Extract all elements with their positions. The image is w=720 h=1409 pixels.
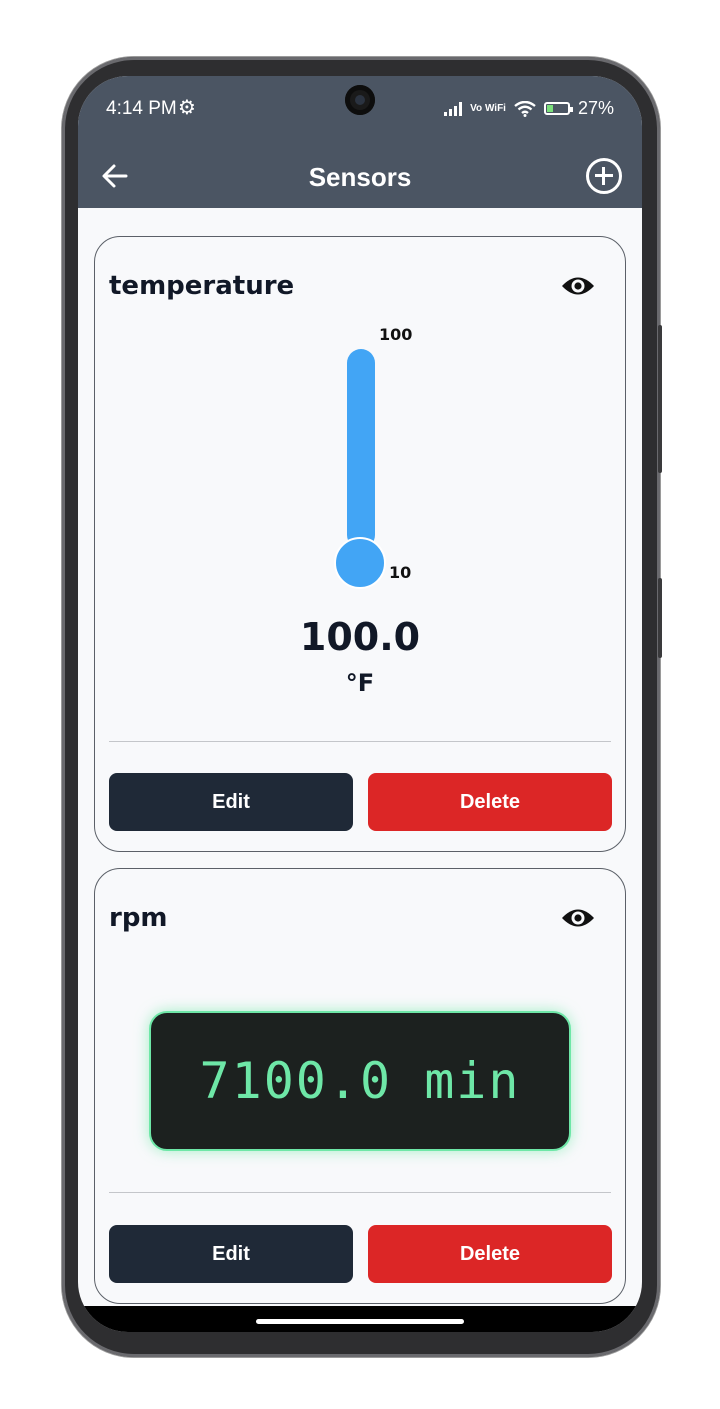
page-title: Sensors <box>308 162 412 192</box>
front-camera <box>345 85 375 115</box>
sensor-value: 100.0 <box>299 615 421 659</box>
wifi-icon <box>514 100 536 117</box>
sensor-card-rpm: rpm 7100.0 min Edit Delete <box>94 868 626 1304</box>
status-icons: Vo WiFi 27% <box>444 98 614 119</box>
delete-button[interactable]: Delete <box>368 773 612 831</box>
screen: 4:14 PM ⚙ Vo WiFi 27% Sensors temperatur… <box>78 76 642 1332</box>
settings-gear-icon: ⚙ <box>178 95 196 119</box>
card-divider <box>109 741 611 742</box>
add-circle-icon[interactable] <box>586 158 622 194</box>
delete-button[interactable]: Delete <box>368 1225 612 1283</box>
sensor-name: rpm <box>109 903 168 933</box>
edit-button[interactable]: Edit <box>109 773 353 831</box>
edit-button[interactable]: Edit <box>109 1225 353 1283</box>
thermometer-min-label: 10 <box>389 563 412 582</box>
battery-percent: 27% <box>577 98 614 118</box>
status-bar: 4:14 PM ⚙ Vo WiFi 27% <box>78 76 642 144</box>
battery-icon <box>543 102 573 115</box>
thermometer-bulb <box>334 537 386 589</box>
vowifi-indicator: Vo WiFi <box>470 102 506 114</box>
home-indicator[interactable] <box>256 1319 464 1324</box>
power-button <box>658 578 662 658</box>
volume-button <box>658 325 662 473</box>
status-time: 4:14 PM <box>106 98 177 119</box>
signal-icon <box>444 101 463 116</box>
app-bar: Sensors <box>78 144 642 208</box>
sensor-card-temperature: temperature 100 10 100.0 °F Edit Delete <box>94 236 626 852</box>
eye-icon[interactable] <box>561 275 595 297</box>
digital-display: 7100.0 min <box>149 1011 571 1151</box>
sensor-unit: °F <box>345 669 375 697</box>
card-divider <box>109 1192 611 1193</box>
thermometer-tube <box>347 349 375 549</box>
thermometer-max-label: 100 <box>379 325 413 344</box>
eye-icon[interactable] <box>561 907 595 929</box>
sensor-name: temperature <box>109 271 295 301</box>
navigation-bar <box>78 1306 642 1332</box>
